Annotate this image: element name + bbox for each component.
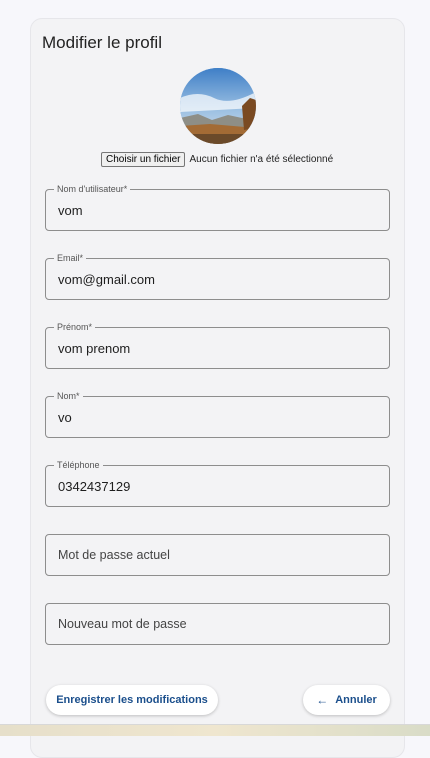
choose-file-button[interactable]: Choisir un fichier <box>101 152 186 167</box>
current-password-field[interactable]: Mot de passe actuel <box>45 534 390 576</box>
email-field[interactable]: Email* vom@gmail.com <box>45 252 390 300</box>
username-label: Nom d'utilisateur* <box>54 183 131 195</box>
new-password-placeholder: Nouveau mot de passe <box>58 617 187 631</box>
current-password-placeholder: Mot de passe actuel <box>58 548 170 562</box>
username-value: vom <box>58 203 83 218</box>
background-strip <box>0 724 430 736</box>
new-password-field[interactable]: Nouveau mot de passe <box>45 603 390 645</box>
lastname-label: Nom* <box>54 390 83 402</box>
email-label: Email* <box>54 252 87 264</box>
firstname-value: vom prenom <box>58 341 131 356</box>
profile-card: Modifier le profil Choisir un fichier Au… <box>30 18 405 758</box>
phone-value: 0342437129 <box>58 479 131 494</box>
firstname-field[interactable]: Prénom* vom prenom <box>45 321 390 369</box>
username-field[interactable]: Nom d'utilisateur* vom <box>45 183 390 231</box>
save-button[interactable]: Enregistrer les modifications <box>46 685 218 715</box>
cancel-button[interactable]: ← Annuler <box>303 685 390 715</box>
email-value: vom@gmail.com <box>58 272 155 287</box>
file-status: Aucun fichier n'a été sélectionné <box>189 154 334 165</box>
phone-label: Téléphone <box>54 459 103 471</box>
phone-field[interactable]: Téléphone 0342437129 <box>45 459 390 507</box>
arrow-left-icon: ← <box>316 693 329 707</box>
file-upload: Choisir un fichier Aucun fichier n'a été… <box>101 152 333 167</box>
save-button-label: Enregistrer les modifications <box>56 694 208 706</box>
avatar <box>180 68 256 144</box>
firstname-label: Prénom* <box>54 321 96 333</box>
lastname-field[interactable]: Nom* vo <box>45 390 390 438</box>
avatar-image <box>180 68 256 144</box>
page-title: Modifier le profil <box>42 33 162 52</box>
cancel-button-label: Annuler <box>335 694 377 706</box>
lastname-value: vo <box>58 410 72 425</box>
